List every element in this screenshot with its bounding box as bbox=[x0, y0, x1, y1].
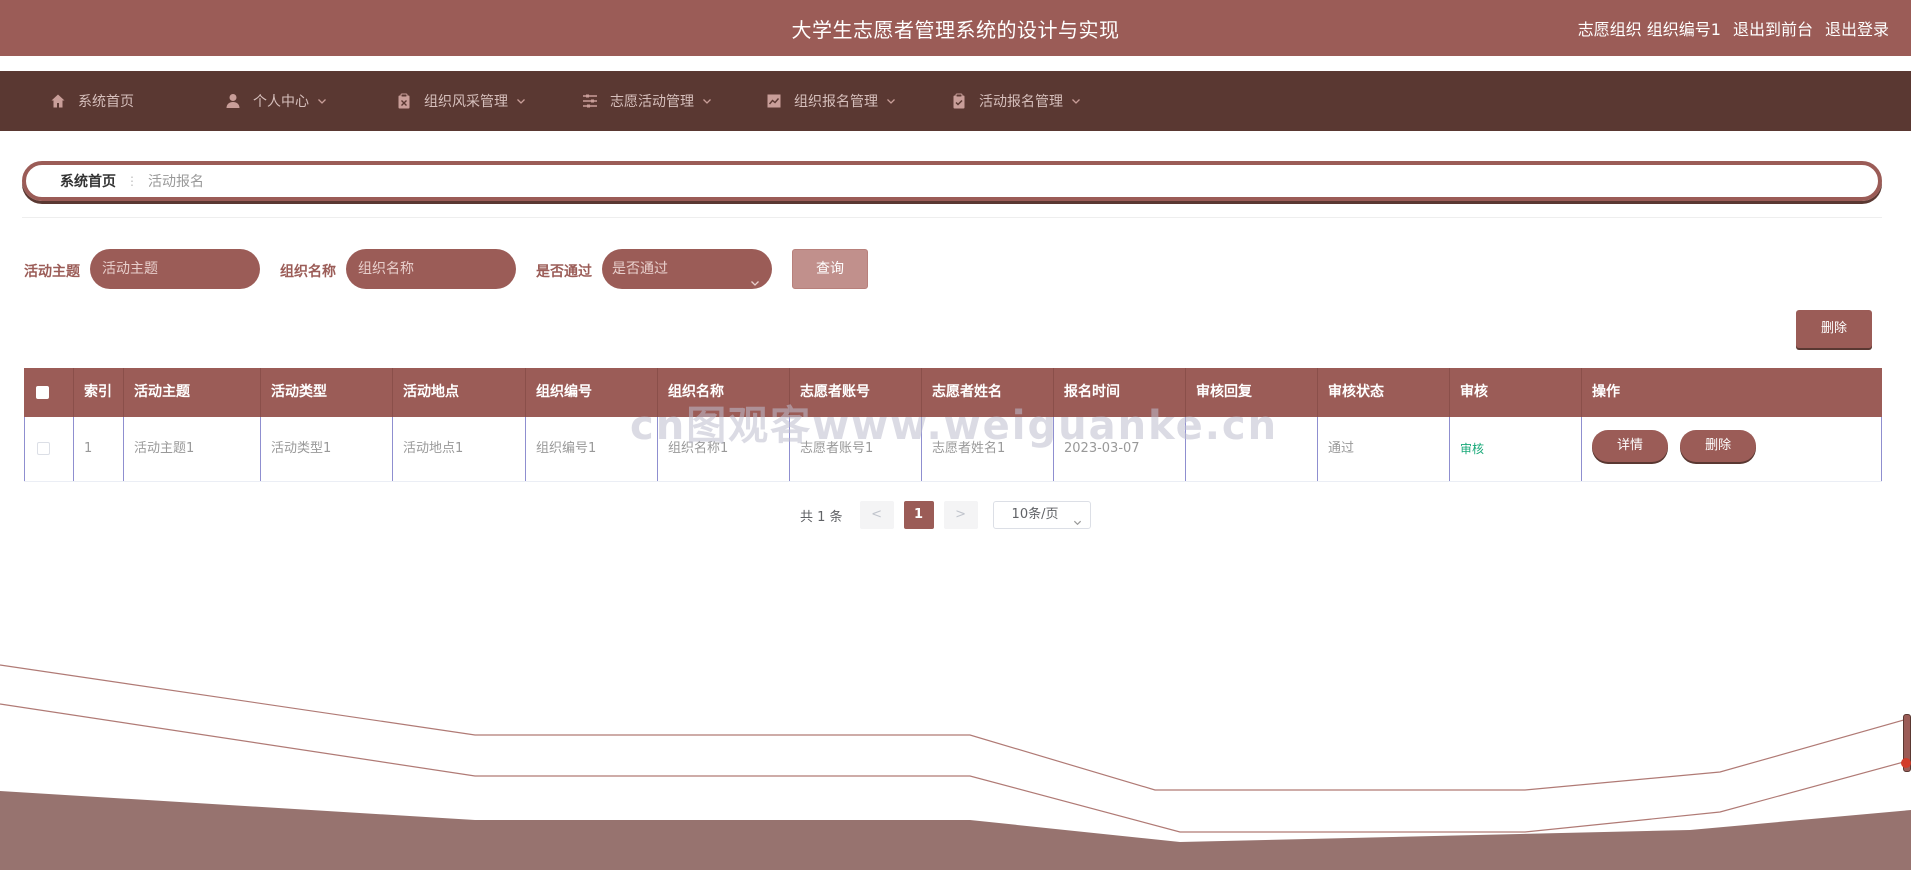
cell-status: 通过 bbox=[1318, 417, 1450, 481]
chevron-down-icon bbox=[1071, 96, 1081, 106]
pagination-total: 共 1 条 bbox=[800, 509, 843, 525]
nav-item-activity-signup[interactable]: 活动报名管理 bbox=[951, 71, 1081, 131]
nav-label: 组织风采管理 bbox=[424, 94, 508, 110]
nav-item-home[interactable]: 系统首页 bbox=[50, 71, 134, 131]
divider bbox=[22, 217, 1882, 218]
org-label: 组织名称 bbox=[280, 264, 336, 280]
breadcrumb-separator: ⋮ bbox=[126, 174, 138, 188]
user-icon bbox=[225, 93, 241, 109]
chevron-down-icon bbox=[516, 96, 526, 106]
nav-item-org-signup[interactable]: 组织报名管理 bbox=[766, 71, 896, 131]
breadcrumb-home[interactable]: 系统首页 bbox=[60, 171, 116, 191]
breadcrumb-current: 活动报名 bbox=[148, 174, 204, 190]
nav-item-profile[interactable]: 个人中心 bbox=[225, 71, 327, 131]
chart-icon bbox=[766, 93, 782, 109]
main-nav: 系统首页 个人中心 组织风采管理 志愿活动管理 组织报名管理 活动报名管理 bbox=[0, 71, 1911, 131]
cell-audit: 审核 bbox=[1450, 417, 1582, 481]
chevron-down-icon bbox=[702, 96, 712, 106]
cell-place: 活动地点1 bbox=[393, 417, 526, 481]
next-page-button[interactable]: > bbox=[943, 501, 978, 529]
col-header: 审核状态 bbox=[1318, 368, 1450, 417]
select-all-cell bbox=[24, 368, 74, 417]
chevron-down-icon bbox=[1073, 511, 1082, 526]
clipboard-x-icon bbox=[396, 93, 412, 109]
theme-label: 活动主题 bbox=[24, 264, 80, 280]
detail-button[interactable]: 详情 bbox=[1592, 430, 1668, 462]
chevron-down-icon bbox=[317, 96, 327, 106]
theme-placeholder: 活动主题 bbox=[102, 261, 158, 277]
cell-type: 活动类型1 bbox=[261, 417, 393, 481]
logout-link[interactable]: 退出登录 bbox=[1825, 16, 1889, 40]
col-header: 活动主题 bbox=[124, 368, 261, 417]
col-header: 审核 bbox=[1450, 368, 1582, 417]
pagination: 共 1 条 < 1 > 10条/页 bbox=[800, 501, 1091, 529]
nav-item-activity[interactable]: 志愿活动管理 bbox=[582, 71, 712, 131]
col-header: 活动类型 bbox=[261, 368, 393, 417]
nav-label: 组织报名管理 bbox=[794, 94, 878, 110]
cell-index: 1 bbox=[74, 417, 124, 481]
query-button[interactable]: 查询 bbox=[792, 249, 868, 289]
breadcrumb: 系统首页 ⋮ 活动报名 bbox=[22, 161, 1882, 201]
pass-label: 是否通过 bbox=[536, 264, 592, 280]
page-size-value: 10条/页 bbox=[1011, 507, 1059, 522]
top-header: 大学生志愿者管理系统的设计与实现 志愿组织 组织编号1 退出到前台 退出登录 bbox=[0, 0, 1911, 56]
pass-select[interactable]: 是否通过 bbox=[602, 249, 772, 289]
batch-delete-button[interactable]: 删除 bbox=[1796, 310, 1872, 348]
nav-label: 个人中心 bbox=[253, 94, 309, 110]
scroll-indicator bbox=[1901, 758, 1911, 768]
user-area: 志愿组织 组织编号1 退出到前台 退出登录 bbox=[1578, 16, 1889, 40]
org-input[interactable]: 组织名称 bbox=[346, 249, 516, 289]
row-delete-button[interactable]: 删除 bbox=[1680, 430, 1757, 462]
cell-theme: 活动主题1 bbox=[124, 417, 261, 481]
nav-item-org-style[interactable]: 组织风采管理 bbox=[396, 71, 526, 131]
decorative-background bbox=[0, 664, 1911, 870]
user-info: 志愿组织 组织编号1 bbox=[1577, 20, 1721, 39]
col-header: 索引 bbox=[74, 368, 124, 417]
pass-placeholder: 是否通过 bbox=[612, 261, 668, 277]
select-all-checkbox[interactable] bbox=[36, 385, 49, 399]
front-link[interactable]: 退出到前台 bbox=[1733, 16, 1813, 40]
clipboard-check-icon bbox=[951, 93, 967, 109]
nav-label: 系统首页 bbox=[78, 94, 134, 110]
nav-label: 志愿活动管理 bbox=[610, 94, 694, 110]
page-number[interactable]: 1 bbox=[903, 501, 934, 529]
nav-label: 活动报名管理 bbox=[979, 94, 1063, 110]
prev-page-button[interactable]: < bbox=[859, 501, 894, 529]
watermark: cn图观客www.weiguanke.cn bbox=[630, 403, 1279, 449]
page-size-select[interactable]: 10条/页 bbox=[992, 501, 1091, 529]
chevron-down-icon bbox=[886, 96, 896, 106]
audit-link[interactable]: 审核 bbox=[1460, 442, 1484, 456]
cell-actions: 详情 删除 bbox=[1582, 417, 1882, 481]
home-icon bbox=[50, 93, 66, 109]
col-header: 操作 bbox=[1592, 384, 1620, 400]
org-placeholder: 组织名称 bbox=[358, 261, 414, 277]
sliders-icon bbox=[582, 93, 598, 109]
row-select-cell bbox=[24, 417, 74, 481]
row-checkbox[interactable] bbox=[37, 442, 50, 455]
chevron-down-icon bbox=[750, 264, 760, 286]
col-header: 活动地点 bbox=[393, 368, 526, 417]
theme-input[interactable]: 活动主题 bbox=[90, 249, 260, 289]
